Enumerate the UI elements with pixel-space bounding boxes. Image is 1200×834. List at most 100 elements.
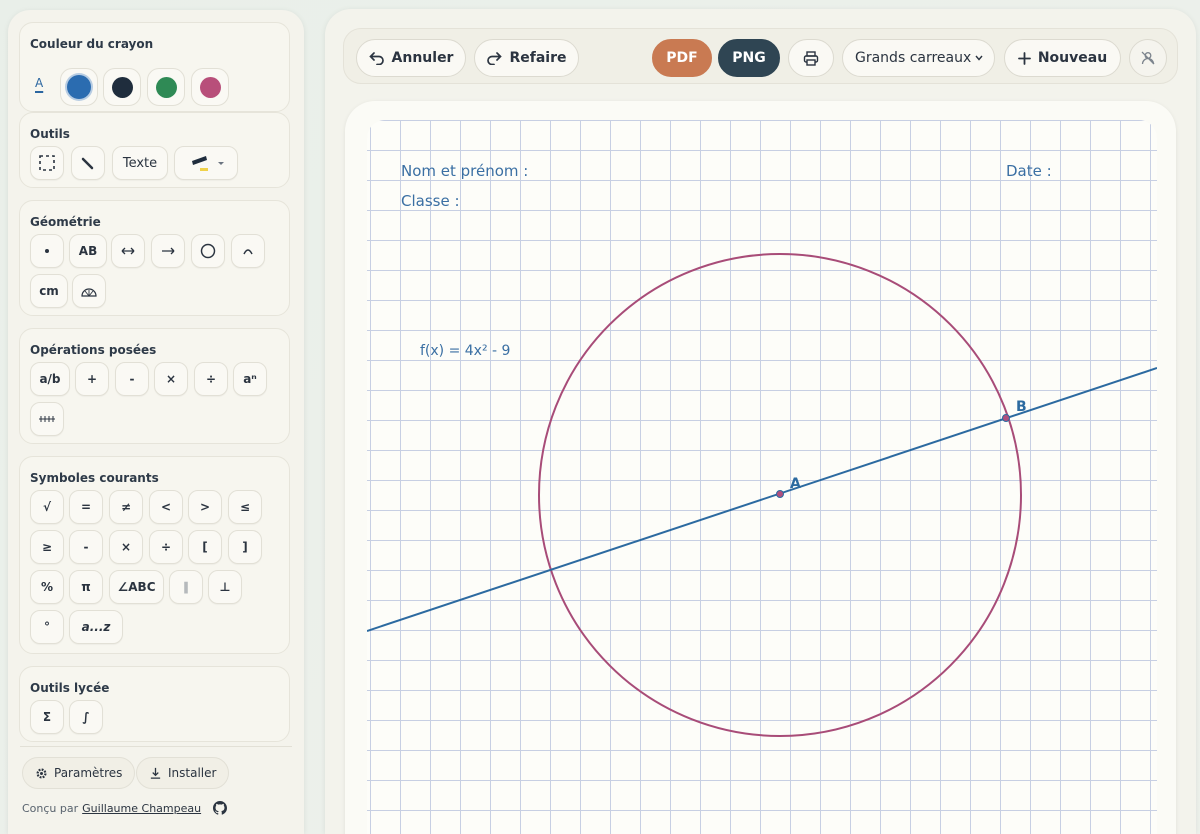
export-png-button[interactable]: PNG [718, 39, 780, 77]
settings-button[interactable]: Paramètres [22, 757, 136, 789]
symbol-button-angle[interactable]: ∠ABC [109, 570, 164, 604]
color-swatch-pink[interactable] [191, 68, 229, 106]
circle-icon [200, 243, 216, 259]
segment-label: AB [78, 244, 98, 258]
pdf-label: PDF [666, 50, 698, 66]
fraction-label: a/b [39, 372, 61, 386]
ray-tool-button[interactable] [151, 234, 185, 268]
drawing-canvas[interactable]: Nom et prénom : Date : Classe : f(x) = 4… [367, 120, 1157, 834]
arc-tool-button[interactable] [231, 234, 265, 268]
author-link[interactable]: Guillaume Champeau [82, 802, 201, 815]
segment-tool-button[interactable]: AB [69, 234, 107, 268]
symbol-label: % [40, 580, 54, 594]
new-button[interactable]: Nouveau [1004, 39, 1121, 77]
account-button[interactable] [1129, 39, 1167, 77]
symbol-label: = [80, 500, 92, 514]
line-tool-button[interactable] [111, 234, 145, 268]
symbol-button-open-bracket[interactable]: [ [188, 530, 222, 564]
operations-section: Opérations posées a/b + - × ÷ aⁿ [19, 328, 290, 444]
section-title: Symboles courants [30, 471, 159, 485]
ruler-tool-button[interactable]: cm [30, 274, 68, 308]
symbol-label: > [199, 500, 211, 514]
geometry-drawing: A B [367, 253, 1157, 737]
highlighter-icon [192, 156, 224, 171]
point-b[interactable] [1002, 414, 1010, 422]
power-button[interactable]: aⁿ [233, 362, 267, 396]
symbol-button-sqrt[interactable]: √ [30, 490, 64, 524]
color-swatch-green[interactable] [147, 68, 185, 106]
undo-button[interactable]: Annuler [356, 39, 466, 77]
symbol-button-alphabet[interactable]: a...z [69, 610, 123, 644]
paper-type-value: Grands carreaux [855, 50, 972, 66]
arc-icon [243, 249, 253, 255]
highlighter-tool-button[interactable] [174, 146, 238, 180]
download-icon [150, 767, 161, 779]
symbol-button-times[interactable]: × [109, 530, 143, 564]
minus-label: - [129, 372, 135, 386]
sum-button[interactable]: Σ [30, 700, 64, 734]
symbol-button-pi[interactable]: π [69, 570, 103, 604]
symbol-button-close-bracket[interactable]: ] [228, 530, 262, 564]
symbol-button-equal[interactable]: = [69, 490, 103, 524]
divider [20, 746, 292, 747]
symbol-button-not-equal[interactable]: ≠ [109, 490, 143, 524]
symbol-button-degree[interactable]: ° [30, 610, 64, 644]
print-button[interactable] [788, 39, 834, 77]
section-title: Géométrie [30, 215, 101, 229]
symbol-label: ∠ABC [117, 580, 156, 594]
symbol-button-divide[interactable]: ÷ [149, 530, 183, 564]
undo-icon [368, 52, 384, 65]
plus-icon [1017, 51, 1031, 65]
geometry-section: Géométrie AB cm [19, 200, 290, 316]
power-label: aⁿ [243, 372, 257, 386]
symbol-button-minus[interactable]: - [69, 530, 103, 564]
text-tool-button[interactable]: Texte [112, 146, 168, 180]
section-title: Outils lycée [30, 681, 110, 695]
github-icon[interactable] [213, 801, 228, 815]
color-swatch-blue[interactable] [60, 68, 98, 106]
division-button[interactable]: ÷ [194, 362, 228, 396]
point-tool-button[interactable] [30, 234, 64, 268]
protractor-icon [81, 288, 97, 297]
symbol-label: ÷ [160, 540, 172, 554]
install-button[interactable]: Installer [136, 757, 230, 789]
gear-icon [36, 767, 47, 779]
symbol-label: ⊥ [219, 580, 231, 594]
printer-icon [803, 50, 819, 66]
section-title: Outils [30, 127, 70, 141]
symbol-button-perpendicular[interactable]: ⊥ [208, 570, 242, 604]
multiplication-button[interactable]: × [154, 362, 188, 396]
symbol-button-less-equal[interactable]: ≤ [228, 490, 262, 524]
pen-color-indicator: A [35, 76, 44, 90]
pen-icon [81, 157, 94, 170]
symbol-label: [ [202, 540, 208, 554]
symbol-label: ≥ [41, 540, 53, 554]
number-line-button[interactable] [30, 402, 64, 436]
symbol-label: ∥ [183, 580, 189, 594]
lycee-section: Outils lycée Σ ∫ [19, 666, 290, 742]
symbol-button-greater-equal[interactable]: ≥ [30, 530, 64, 564]
pen-tool-button[interactable] [71, 146, 105, 180]
symbol-label: < [160, 500, 172, 514]
symbol-button-greater[interactable]: > [188, 490, 222, 524]
line-through-a-b[interactable] [367, 367, 1157, 632]
fraction-button[interactable]: a/b [30, 362, 70, 396]
circle-tool-button[interactable] [191, 234, 225, 268]
protractor-tool-button[interactable] [72, 274, 106, 308]
point-a[interactable] [776, 490, 784, 498]
sidebar: Couleur du crayon A Outils Texte Géométr… [8, 10, 304, 834]
symbol-button-parallel[interactable]: ∥ [169, 570, 203, 604]
selection-icon [39, 155, 55, 171]
symbol-button-less[interactable]: < [149, 490, 183, 524]
symbol-button-percent[interactable]: % [30, 570, 64, 604]
symbol-label: π [81, 580, 91, 594]
subtraction-button[interactable]: - [115, 362, 149, 396]
color-swatch-dark[interactable] [103, 68, 141, 106]
redo-button[interactable]: Refaire [474, 39, 579, 77]
selection-tool-button[interactable] [30, 146, 64, 180]
point-b-label: B [1016, 399, 1027, 415]
export-pdf-button[interactable]: PDF [652, 39, 712, 77]
paper-type-select[interactable]: Grands carreaux [842, 39, 995, 77]
integral-button[interactable]: ∫ [69, 700, 103, 734]
addition-button[interactable]: + [75, 362, 109, 396]
